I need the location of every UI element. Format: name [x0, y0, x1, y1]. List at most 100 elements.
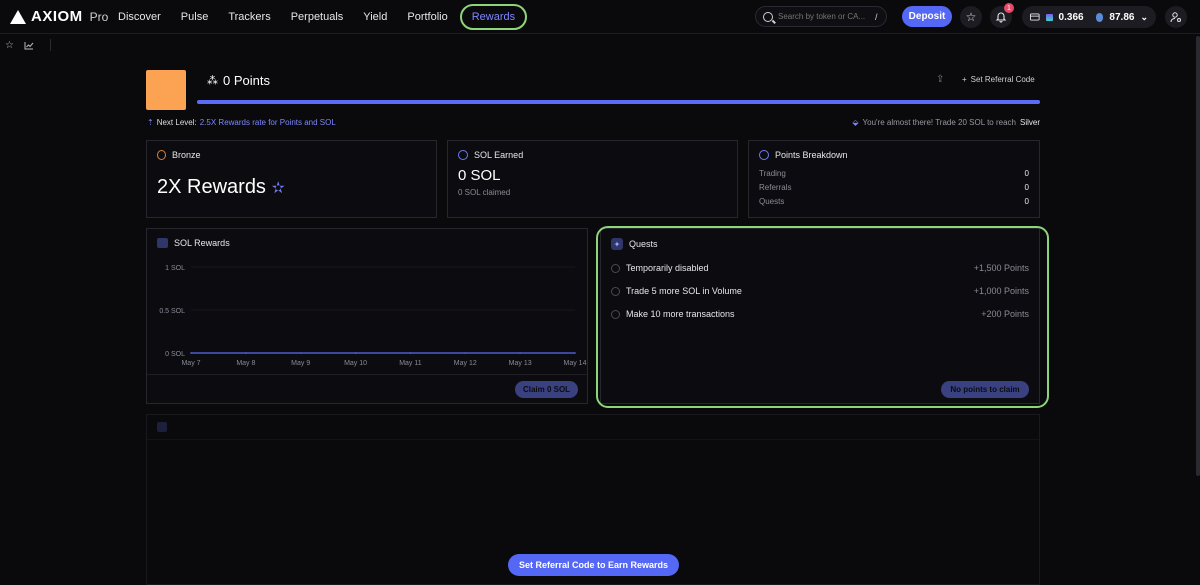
nav-pulse[interactable]: Pulse	[173, 7, 217, 27]
next-level-info: ⇡ Next Level: 2.5X Rewards rate for Poin…	[147, 118, 336, 127]
wallet-icon	[1030, 13, 1040, 21]
chart-icon	[157, 238, 168, 248]
x-tick-label: May 12	[454, 360, 477, 367]
quest-points: +1,000 Points	[973, 286, 1029, 296]
y-tick-label: 0 SOL	[165, 351, 185, 358]
page-scrollbar[interactable]	[1196, 36, 1200, 476]
star-icon: ☆	[965, 10, 977, 24]
divider	[147, 374, 587, 375]
sparkle-icon: ✦	[611, 238, 623, 250]
nav-yield[interactable]: Yield	[355, 7, 395, 27]
breakdown-row-quests: Quests 0	[759, 197, 1029, 206]
sol-earned-value: 0 SOL	[458, 167, 501, 184]
quest-label: Trade 5 more SOL in Volume	[626, 286, 742, 296]
solana-icon	[1045, 13, 1053, 21]
account-button[interactable]	[1165, 6, 1187, 28]
watchlist-button[interactable]: ☆	[960, 6, 982, 28]
plus-icon: +	[962, 75, 967, 84]
quest-status-circle	[611, 286, 620, 296]
sol-earned-header: SOL Earned	[458, 150, 523, 160]
nav-portfolio[interactable]: Portfolio	[399, 7, 455, 27]
set-referral-label: Set Referral Code	[970, 75, 1035, 84]
quest-status-circle	[611, 263, 620, 273]
axiom-logo[interactable]: AXIOM Pro	[10, 8, 108, 25]
divider	[49, 39, 51, 51]
medal-icon	[157, 150, 166, 160]
main-nav: Discover Pulse Trackers Perpetuals Yield…	[110, 0, 531, 34]
quest-item[interactable]: Temporarily disabled +1,500 Points	[611, 263, 1029, 273]
level-progress-fill	[197, 100, 1040, 104]
bronze-card: Bronze 2X Rewards ✫	[146, 140, 437, 218]
quest-points: +200 Points	[981, 309, 1029, 319]
y-tick-label: 1 SOL	[165, 265, 185, 272]
deposit-button[interactable]: Deposit	[902, 6, 952, 27]
wallet-button[interactable]: 0.366 87.86 ⌄	[1022, 6, 1156, 28]
star-icon[interactable]: ☆	[5, 40, 14, 51]
points-total: ⁂ 0 Points	[207, 73, 270, 88]
breakdown-row-referrals: Referrals 0	[759, 183, 1029, 192]
data-point	[245, 352, 247, 354]
sol-rewards-card: SOL Rewards 1 SOL 0.5 SOL 0 SOL May 7 May 8 M…	[146, 228, 588, 404]
rewards-multiplier-text: 2X Rewards	[157, 176, 266, 198]
breakdown-value: 0	[1024, 197, 1029, 206]
tier-name: Bronze	[172, 150, 201, 160]
x-tick-label: May 13	[509, 360, 532, 367]
points-breakdown-card: Points Breakdown Trading 0 Referrals 0 Q…	[748, 140, 1040, 218]
solana-coin-icon	[458, 150, 468, 160]
quest-label: Make 10 more transactions	[626, 309, 735, 319]
quest-label: Temporarily disabled	[626, 263, 709, 273]
breakdown-label: Quests	[759, 197, 785, 206]
x-tick-label: May 8	[236, 360, 255, 367]
breakdown-label: Trading	[759, 169, 786, 178]
bell-icon	[995, 12, 1007, 23]
next-level-text: 2.5X Rewards rate for Points and SOL	[199, 118, 336, 127]
quest-item[interactable]: Trade 5 more SOL in Volume +1,000 Points	[611, 286, 1029, 296]
next-level-prefix: Next Level:	[156, 118, 197, 127]
y-tick-label: 0.5 SOL	[159, 308, 185, 315]
usd-coin-icon	[1095, 12, 1104, 22]
claim-sol-button[interactable]: Claim 0 SOL	[515, 381, 578, 398]
data-point	[574, 352, 576, 354]
search-input[interactable]	[778, 12, 870, 21]
x-tick-label: May 9	[291, 360, 310, 367]
chart-icon[interactable]	[24, 41, 34, 50]
notifications-button[interactable]: 1	[990, 3, 1014, 28]
nav-trackers[interactable]: Trackers	[220, 7, 278, 27]
chevron-down-icon: ⌄	[1140, 11, 1148, 22]
quests-card: ✦ Quests Temporarily disabled +1,500 Poi…	[600, 228, 1040, 404]
quest-status-circle	[611, 309, 620, 319]
sol-rewards-title: SOL Rewards	[174, 238, 230, 248]
notification-count: 1	[1004, 3, 1014, 13]
tier-hint-text: You're almost there! Trade 20 SOL to rea…	[862, 118, 1016, 127]
quests-title: Quests	[629, 239, 658, 249]
quest-item[interactable]: Make 10 more transactions +200 Points	[611, 309, 1029, 319]
tier-progress-hint: ⬙ You're almost there! Trade 20 SOL to r…	[852, 118, 1040, 127]
search-box[interactable]: /	[755, 6, 887, 27]
quest-points: +1,500 Points	[973, 263, 1029, 273]
nav-discover[interactable]: Discover	[110, 7, 169, 27]
set-referral-cta-button[interactable]: Set Referral Code to Earn Rewards	[508, 554, 679, 576]
no-points-to-claim-button[interactable]: No points to claim	[941, 381, 1029, 398]
next-tier-name: Silver	[1019, 118, 1040, 127]
x-tick-label: May 10	[344, 360, 367, 367]
data-point	[464, 352, 467, 354]
brand-tier: Pro	[89, 9, 109, 24]
sol-rewards-header: SOL Rewards	[157, 238, 230, 248]
set-referral-code-button[interactable]: + Set Referral Code	[962, 75, 1035, 84]
avatar[interactable]	[146, 70, 186, 110]
x-tick-label: May 11	[399, 360, 422, 367]
bronze-card-header: Bronze	[157, 150, 201, 160]
sol-earned-title: SOL Earned	[474, 150, 524, 160]
share-icon[interactable]: ⇪	[936, 74, 944, 85]
search-icon	[763, 11, 773, 22]
nav-rewards[interactable]: Rewards	[459, 4, 528, 30]
nav-perpetuals[interactable]: Perpetuals	[283, 7, 352, 27]
divider	[147, 439, 1039, 440]
sol-rewards-chart: 1 SOL 0.5 SOL 0 SOL May 7 May 8 May 9 May 10 Ma…	[159, 265, 586, 367]
sparkle-star-icon: ✫	[271, 180, 285, 197]
sol-claimed: 0 SOL claimed	[458, 188, 511, 197]
tag-icon: ⬙	[852, 118, 859, 127]
search-shortcut: /	[875, 11, 878, 22]
axiom-logo-icon	[10, 9, 26, 24]
usd-balance: 87.86	[1109, 11, 1135, 23]
